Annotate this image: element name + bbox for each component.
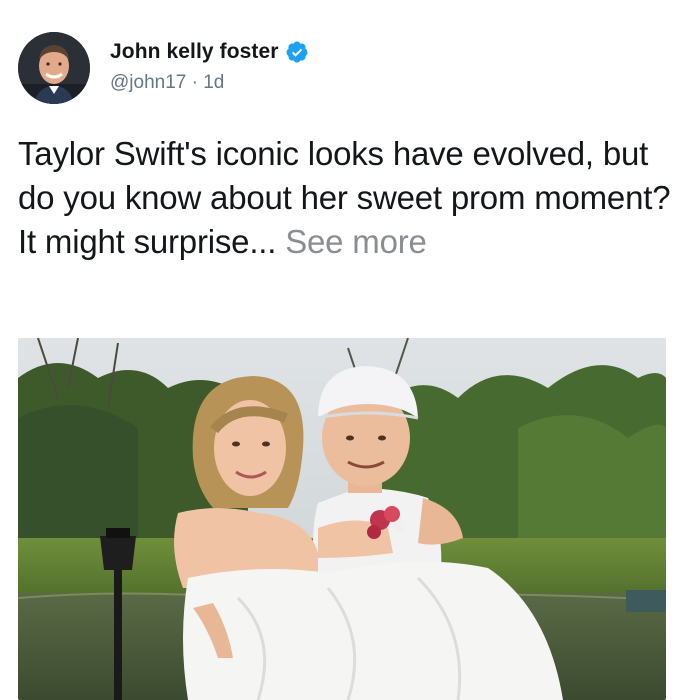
verified-badge-icon (286, 41, 308, 63)
author-avatar[interactable] (18, 32, 90, 104)
see-more-link[interactable]: See more (285, 223, 427, 260)
author-identity: John kelly foster @john17 · 1d (110, 40, 309, 94)
tweet-timestamp[interactable]: 1d (203, 72, 224, 93)
meta-separator: · (186, 72, 204, 93)
tweet-header: John kelly foster @john17 · 1d (18, 32, 309, 104)
tweet-text: Taylor Swift's iconic looks have evolved… (18, 132, 678, 264)
author-handle[interactable]: @john17 (110, 72, 186, 93)
name-row: John kelly foster (110, 40, 309, 64)
tweet-media-photo[interactable] (18, 338, 666, 700)
tweet-card: John kelly foster @john17 · 1d Taylor Sw… (0, 0, 700, 700)
author-display-name[interactable]: John kelly foster (110, 40, 279, 64)
handle-row: @john17 · 1d (110, 72, 309, 94)
